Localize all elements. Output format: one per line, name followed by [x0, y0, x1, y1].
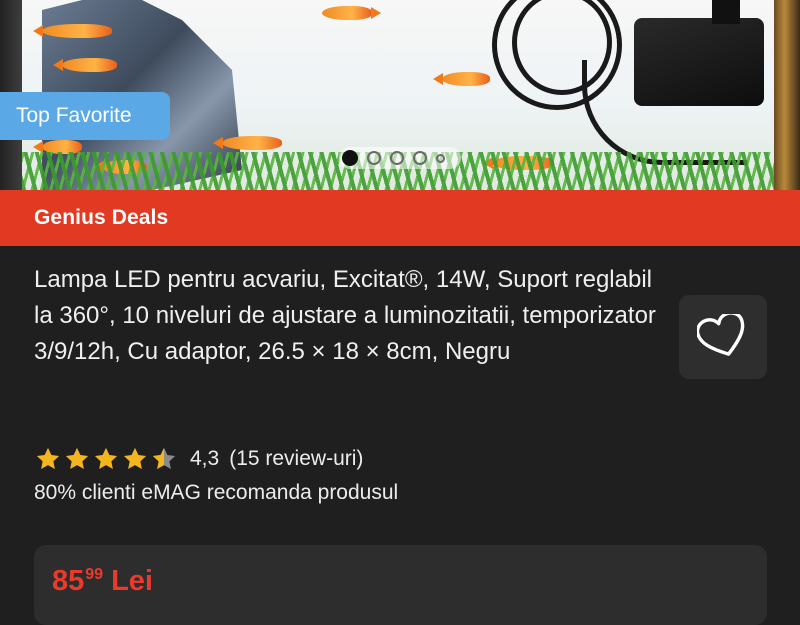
lamp-device [634, 18, 764, 106]
genius-deals-label: Genius Deals [34, 206, 169, 229]
star-icon [36, 447, 60, 470]
top-favorite-badge: Top Favorite [0, 92, 170, 140]
rating-stars [34, 445, 178, 473]
fish-image [322, 6, 381, 20]
price: 85 99 Lei [52, 565, 153, 598]
price-integer: 85 [52, 565, 85, 597]
carousel-dot-4[interactable] [413, 151, 427, 165]
product-title: Lampa LED pentru acvariu, Excitat®, 14W,… [34, 266, 656, 365]
star-icon [65, 447, 89, 470]
review-count-link[interactable]: (15 review-uri) [229, 447, 363, 471]
fish-image [213, 136, 282, 150]
fish-image [433, 72, 490, 86]
star-icon [94, 447, 118, 470]
star-half-icon [152, 447, 176, 470]
lamp-clip [712, 0, 740, 24]
image-edge-right [774, 0, 800, 190]
recommendation-text: 80% clienti eMAG recomanda produsul [34, 481, 399, 504]
price-card: 85 99 Lei [34, 545, 767, 625]
price-currency: Lei [111, 565, 153, 597]
carousel-indicator[interactable] [339, 147, 461, 169]
heart-icon [697, 314, 745, 356]
badge-label: Top Favorite [16, 104, 132, 127]
product-image-carousel[interactable]: Top Favorite [0, 0, 800, 190]
fish-image [53, 58, 117, 72]
rating-value: 4,3 [190, 447, 220, 470]
rating-row[interactable]: 4,3 (15 review-uri) [34, 445, 363, 473]
carousel-dot-5[interactable] [436, 153, 445, 163]
carousel-dot-3[interactable] [390, 151, 404, 165]
star-icon [123, 447, 147, 470]
fish-image [33, 24, 112, 38]
add-to-favorites-button[interactable] [679, 295, 767, 379]
carousel-dot-2[interactable] [367, 151, 381, 165]
price-cents: 99 [85, 566, 104, 583]
genius-deals-strip[interactable]: Genius Deals [0, 190, 800, 246]
carousel-dot-1[interactable] [342, 150, 358, 166]
